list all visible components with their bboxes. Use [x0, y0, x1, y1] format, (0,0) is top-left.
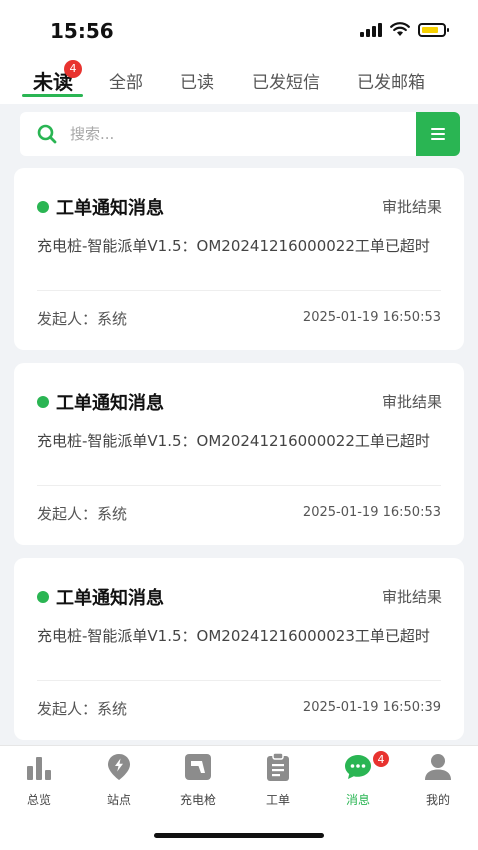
- chat-icon: [345, 755, 371, 779]
- message-title: 工单通知消息: [56, 393, 164, 414]
- signal-icon: [360, 22, 382, 37]
- message-time: 2025-01-19 16:50:39: [302, 700, 441, 715]
- unread-badge: 4: [64, 60, 82, 78]
- nav-label: 工单: [265, 793, 290, 807]
- user-icon: [425, 754, 451, 780]
- status-bar: 15:56: [0, 0, 478, 62]
- battery-icon: [418, 22, 449, 37]
- message-content: 充电桩-智能派单V1.5：OM20241216000023工单已超时: [37, 627, 430, 645]
- nav-label: 总览: [26, 793, 51, 807]
- filter-menu-button[interactable]: [416, 112, 460, 156]
- nav-item-stations[interactable]: 站点: [89, 746, 149, 816]
- messages-badge: 4: [372, 750, 390, 768]
- clipboard-icon: [267, 752, 289, 781]
- bar-chart-icon: [27, 757, 51, 780]
- nav-item-work-orders[interactable]: 工单: [248, 746, 308, 816]
- nav-label: 站点: [106, 793, 131, 807]
- status-dot: [37, 201, 49, 213]
- home-indicator: [154, 833, 324, 838]
- card-divider: [37, 290, 441, 291]
- message-content: 充电桩-智能派单V1.5：OM20241216000022工单已超时: [37, 432, 430, 450]
- message-tag: 审批结果: [381, 198, 442, 216]
- nav-item-profile[interactable]: 我的: [408, 746, 468, 816]
- message-tabs: 未读 4 全部 已读 已发短信 已发邮箱: [0, 60, 478, 102]
- nav-label: 消息: [345, 793, 370, 807]
- message-tag: 审批结果: [381, 393, 442, 411]
- message-sender: 发起人：系统: [37, 700, 128, 718]
- search-input[interactable]: [70, 112, 410, 156]
- active-tab-indicator: [22, 94, 83, 97]
- tab-unread[interactable]: 未读 4: [33, 60, 82, 95]
- message-time: 2025-01-19 16:50:53: [302, 505, 441, 520]
- message-card[interactable]: 工单通知消息 审批结果 充电桩-智能派单V1.5：OM2024121600002…: [14, 168, 464, 350]
- message-sender: 发起人：系统: [37, 505, 128, 523]
- wifi-icon: [390, 22, 410, 36]
- nav-item-charging-gun[interactable]: 充电枪: [168, 746, 228, 816]
- nav-label: 充电枪: [179, 793, 216, 807]
- status-icons: [360, 22, 449, 37]
- message-title: 工单通知消息: [56, 588, 164, 609]
- status-dot: [37, 396, 49, 408]
- card-divider: [37, 485, 441, 486]
- message-sender: 发起人：系统: [37, 310, 128, 328]
- message-title: 工单通知消息: [56, 198, 164, 219]
- nav-label: 我的: [425, 793, 450, 807]
- search-bar: [20, 112, 460, 156]
- location-pin-icon: [108, 754, 130, 780]
- nav-item-overview[interactable]: 总览: [9, 746, 69, 816]
- message-content: 充电桩-智能派单V1.5：OM20241216000022工单已超时: [37, 237, 430, 255]
- message-time: 2025-01-19 16:50:53: [302, 310, 441, 325]
- tab-sent-sms[interactable]: 已发短信: [252, 68, 320, 93]
- card-divider: [37, 680, 441, 681]
- status-time: 15:56: [50, 19, 114, 43]
- message-card[interactable]: 工单通知消息 审批结果 充电桩-智能派单V1.5：OM2024121600002…: [14, 363, 464, 545]
- nav-item-messages[interactable]: 4 消息: [328, 746, 390, 816]
- search-icon: [37, 124, 57, 144]
- tab-read[interactable]: 已读: [180, 68, 214, 93]
- tab-sent-email[interactable]: 已发邮箱: [357, 68, 425, 93]
- tab-all[interactable]: 全部: [109, 68, 143, 93]
- charging-gun-icon: [185, 754, 211, 780]
- status-dot: [37, 591, 49, 603]
- message-tag: 审批结果: [381, 588, 442, 606]
- message-card[interactable]: 工单通知消息 审批结果 充电桩-智能派单V1.5：OM2024121600002…: [14, 558, 464, 740]
